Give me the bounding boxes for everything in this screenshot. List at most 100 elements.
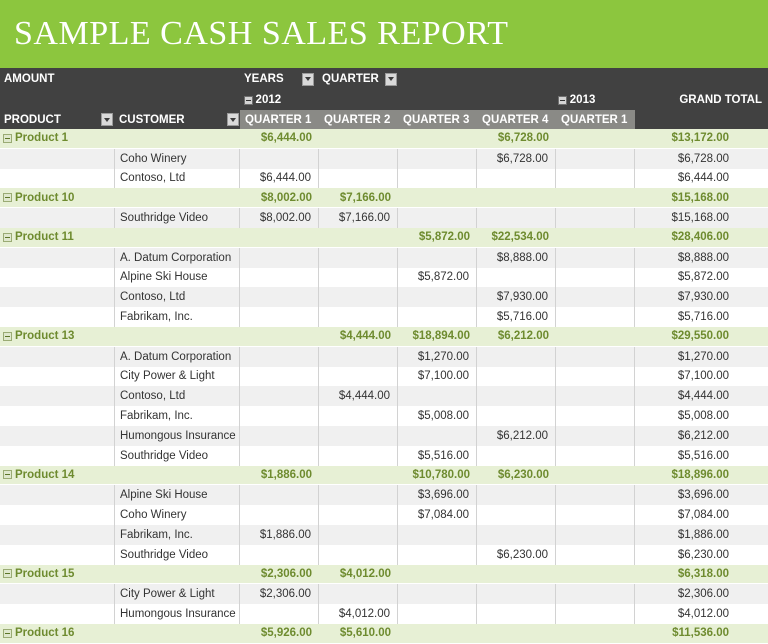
amount-cell	[398, 148, 477, 169]
customer-name-cell[interactable]: City Power & Light	[114, 584, 240, 605]
customer-name-cell[interactable]: A. Datum Corporation	[114, 247, 240, 268]
collapse-icon[interactable]	[3, 470, 12, 480]
customer-name-cell[interactable]: Humongous Insurance	[114, 604, 240, 624]
grand-total-cell: $11,536.00	[672, 627, 729, 640]
customer-name-cell[interactable]: Coho Winery	[114, 505, 240, 525]
amount-cell: $4,444.00	[319, 386, 398, 407]
product-group-cell[interactable]: Product 10	[0, 188, 114, 207]
collapse-icon[interactable]	[3, 232, 12, 242]
collapse-icon[interactable]	[243, 95, 253, 105]
amount-cell	[319, 307, 398, 327]
table-row-customer: Coho Winery $6,728.00 $6,728.00	[0, 148, 768, 169]
product-group-cell[interactable]: Product 15	[0, 565, 114, 584]
customer-name-cell[interactable]: Contoso, Ltd	[114, 386, 240, 407]
amount-cell: $22,534.00	[491, 231, 549, 244]
customer-name-cell[interactable]: Fabrikam, Inc.	[114, 307, 240, 327]
amount-cell	[398, 425, 477, 446]
amount-cell	[319, 544, 398, 565]
amount-cell	[556, 247, 635, 268]
amount-cell	[240, 247, 319, 268]
customer-name-cell[interactable]: Humongous Insurance	[114, 425, 240, 446]
chevron-down-icon[interactable]	[302, 72, 314, 86]
table-row-customer: Fabrikam, Inc. $1,886.00 $1,886.00	[0, 524, 768, 545]
customer-name-cell[interactable]: Southridge Video	[114, 208, 240, 228]
amount-cell: $7,930.00	[477, 287, 556, 308]
collapse-icon[interactable]	[3, 628, 12, 638]
amount-cell	[319, 584, 398, 605]
amount-cell: $18,894.00	[412, 330, 470, 343]
amount-cell	[319, 466, 398, 485]
product-group-cell[interactable]: Product 11	[0, 228, 114, 247]
amount-cell: $6,230.00	[477, 544, 556, 565]
amount-cell	[556, 307, 635, 327]
product-name-label: Product 16	[15, 627, 75, 640]
chevron-down-icon[interactable]	[227, 113, 239, 126]
grand-total-cell: $6,444.00	[677, 172, 729, 185]
amount-cell: $5,716.00	[477, 307, 556, 327]
amount-cell: $1,886.00	[240, 524, 319, 545]
customer-name-cell[interactable]: Contoso, Ltd	[114, 287, 240, 308]
product-group-cell[interactable]: Product 16	[0, 624, 114, 643]
customer-name-cell[interactable]: Contoso, Ltd	[114, 168, 240, 189]
quarter-filter-button[interactable]	[384, 68, 397, 90]
customer-cell-empty	[114, 129, 240, 148]
grand-total-cell: $15,168.00	[671, 212, 729, 225]
header-field-row: AMOUNT YEARS QUARTER	[0, 68, 768, 90]
year-group-2013[interactable]: 2013	[554, 94, 664, 106]
year-group-2012[interactable]: 2012	[240, 94, 554, 106]
customer-name-cell[interactable]: Fabrikam, Inc.	[114, 524, 240, 545]
amount-cell	[477, 168, 556, 189]
customer-name-cell[interactable]: Southridge Video	[114, 445, 240, 466]
customer-name-cell[interactable]: A. Datum Corporation	[114, 346, 240, 367]
customer-name-cell[interactable]: Coho Winery	[114, 148, 240, 169]
product-cell-empty	[0, 505, 114, 525]
customer-name-cell[interactable]: Fabrikam, Inc.	[114, 406, 240, 426]
amount-cell	[319, 366, 398, 387]
customer-filter-button[interactable]	[226, 110, 240, 129]
amount-cell: $7,166.00	[339, 191, 391, 204]
amount-cell: $6,230.00	[497, 468, 549, 481]
grand-total-cell: $6,728.00	[677, 152, 729, 165]
amount-cell	[556, 386, 635, 407]
amount-cell	[398, 584, 477, 605]
chevron-down-icon[interactable]	[384, 72, 397, 86]
customer-name-cell[interactable]: City Power & Light	[114, 366, 240, 387]
product-group-cell[interactable]: Product 14	[0, 466, 114, 485]
grand-total-cell: $5,516.00	[677, 449, 729, 462]
table-row-customer: Fabrikam, Inc. $5,008.00 $5,008.00	[0, 406, 768, 426]
column-header-quarter-4: QUARTER 4	[477, 110, 556, 129]
collapse-icon[interactable]	[3, 569, 12, 579]
product-cell-empty	[0, 169, 114, 189]
amount-cell	[319, 129, 398, 148]
grand-total-label: GRAND TOTAL	[679, 94, 762, 106]
report-title-banner: SAMPLE CASH SALES REPORT	[0, 0, 768, 68]
amount-cell	[556, 406, 635, 426]
collapse-icon[interactable]	[3, 193, 12, 203]
table-row-customer: Alpine Ski House $5,872.00 $5,872.00	[0, 267, 768, 288]
year-label: 2013	[569, 94, 596, 106]
collapse-icon[interactable]	[557, 95, 567, 105]
amount-cell	[319, 485, 398, 506]
amount-cell	[398, 524, 477, 545]
amount-cell: $6,728.00	[477, 148, 556, 169]
amount-cell: $1,886.00	[260, 468, 312, 481]
amount-cell	[556, 565, 635, 584]
years-filter-button[interactable]	[302, 68, 316, 90]
product-filter-button[interactable]	[100, 110, 114, 129]
customer-name-cell[interactable]: Alpine Ski House	[114, 485, 240, 506]
customer-name-cell[interactable]: Alpine Ski House	[114, 267, 240, 288]
amount-cell	[556, 267, 635, 288]
collapse-icon[interactable]	[3, 133, 12, 143]
chevron-down-icon[interactable]	[101, 113, 113, 126]
amount-cell	[556, 287, 635, 308]
grand-total-cell: $3,696.00	[677, 489, 729, 502]
customer-name-cell[interactable]: Southridge Video	[114, 544, 240, 565]
product-group-cell[interactable]: Product 13	[0, 327, 114, 346]
product-cell-empty	[0, 149, 114, 169]
table-row-customer: Southridge Video $8,002.00 $7,166.00 $15,16…	[0, 208, 768, 228]
amount-cell	[398, 208, 477, 228]
product-group-cell[interactable]: Product 1	[0, 129, 114, 148]
collapse-icon[interactable]	[3, 331, 12, 341]
amount-cell	[477, 346, 556, 367]
amount-cell	[240, 386, 319, 407]
